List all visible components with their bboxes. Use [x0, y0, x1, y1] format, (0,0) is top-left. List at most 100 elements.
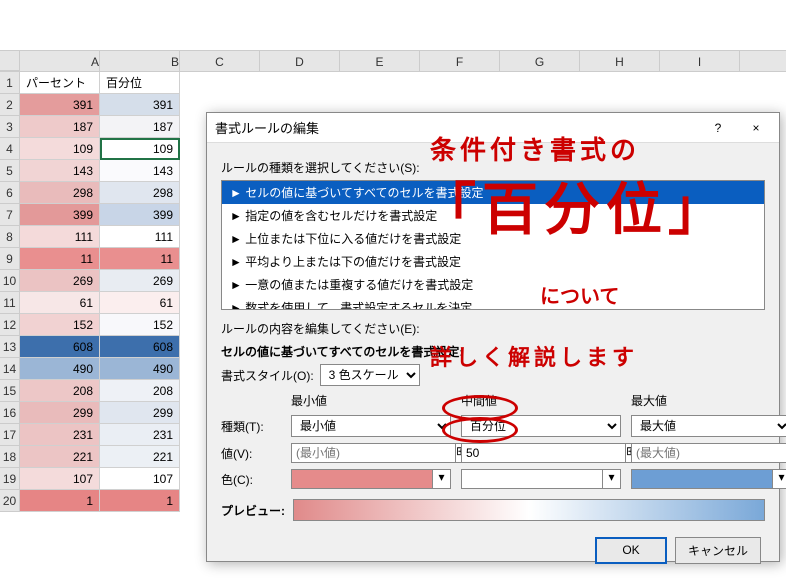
- mid-type-select[interactable]: 百分位: [461, 415, 621, 437]
- cell[interactable]: 269: [20, 270, 100, 292]
- cell-b1[interactable]: 百分位: [100, 72, 180, 94]
- type-row-label: 種類(T):: [221, 418, 281, 435]
- row-number[interactable]: 20: [0, 490, 20, 512]
- cell[interactable]: 187: [100, 116, 180, 138]
- cell[interactable]: 231: [100, 424, 180, 446]
- cell[interactable]: 231: [20, 424, 100, 446]
- col-header-a[interactable]: A: [20, 51, 100, 71]
- chevron-down-icon[interactable]: ▾: [603, 469, 621, 489]
- row-number[interactable]: 19: [0, 468, 20, 490]
- chevron-down-icon[interactable]: ▾: [433, 469, 451, 489]
- min-type-select[interactable]: 最小値: [291, 415, 451, 437]
- select-all-corner[interactable]: [0, 51, 20, 71]
- row-number[interactable]: 10: [0, 270, 20, 292]
- cell[interactable]: 107: [20, 468, 100, 490]
- row-number[interactable]: 18: [0, 446, 20, 468]
- row-number[interactable]: 7: [0, 204, 20, 226]
- rule-type-item[interactable]: ► 数式を使用して、書式設定するセルを決定: [222, 296, 764, 310]
- max-type-select[interactable]: 最大値: [631, 415, 786, 437]
- col-header-h[interactable]: H: [580, 51, 660, 71]
- cell[interactable]: 152: [20, 314, 100, 336]
- row-number[interactable]: 9: [0, 248, 20, 270]
- dialog-titlebar[interactable]: 書式ルールの編集 ? ×: [207, 113, 779, 143]
- row-number[interactable]: 12: [0, 314, 20, 336]
- cell[interactable]: 109: [100, 138, 180, 160]
- row-number[interactable]: 6: [0, 182, 20, 204]
- row-number[interactable]: 2: [0, 94, 20, 116]
- mid-header: 中間値: [461, 392, 621, 409]
- cell[interactable]: 221: [100, 446, 180, 468]
- rule-type-item[interactable]: ► 一意の値または重複する値だけを書式設定: [222, 273, 764, 296]
- cell[interactable]: 187: [20, 116, 100, 138]
- rule-type-item[interactable]: ► セルの値に基づいてすべてのセルを書式設定: [222, 181, 764, 204]
- cell[interactable]: 11: [100, 248, 180, 270]
- cancel-button[interactable]: キャンセル: [675, 537, 761, 564]
- format-style-select[interactable]: 3 色スケール: [320, 364, 420, 386]
- row-number[interactable]: 1: [0, 72, 20, 94]
- cell[interactable]: 490: [20, 358, 100, 380]
- cell[interactable]: 221: [20, 446, 100, 468]
- cell[interactable]: 490: [100, 358, 180, 380]
- cell[interactable]: 1: [100, 490, 180, 512]
- col-header-e[interactable]: E: [340, 51, 420, 71]
- help-icon[interactable]: ?: [703, 121, 733, 135]
- cell[interactable]: 298: [20, 182, 100, 204]
- cell[interactable]: 391: [100, 94, 180, 116]
- cell[interactable]: 109: [20, 138, 100, 160]
- row-number[interactable]: 15: [0, 380, 20, 402]
- cell[interactable]: 298: [100, 182, 180, 204]
- cell[interactable]: 391: [20, 94, 100, 116]
- dialog-title: 書式ルールの編集: [215, 118, 319, 137]
- min-color-swatch[interactable]: [291, 469, 433, 489]
- edit-formatting-rule-dialog: 書式ルールの編集 ? × ルールの種類を選択してください(S): ► セルの値に…: [206, 112, 780, 562]
- cell[interactable]: 399: [20, 204, 100, 226]
- col-header-c[interactable]: C: [180, 51, 260, 71]
- col-header-b[interactable]: B: [100, 51, 180, 71]
- mid-color-swatch[interactable]: [461, 469, 603, 489]
- row-number[interactable]: 16: [0, 402, 20, 424]
- cell[interactable]: 143: [100, 160, 180, 182]
- cell[interactable]: 152: [100, 314, 180, 336]
- cell[interactable]: 269: [100, 270, 180, 292]
- ok-button[interactable]: OK: [595, 537, 667, 564]
- col-header-d[interactable]: D: [260, 51, 340, 71]
- cell[interactable]: 608: [100, 336, 180, 358]
- rule-type-item[interactable]: ► 指定の値を含むセルだけを書式設定: [222, 204, 764, 227]
- cell[interactable]: 111: [100, 226, 180, 248]
- rule-type-list[interactable]: ► セルの値に基づいてすべてのセルを書式設定► 指定の値を含むセルだけを書式設定…: [221, 180, 765, 310]
- cell-a1[interactable]: パーセント: [20, 72, 100, 94]
- cell[interactable]: 208: [20, 380, 100, 402]
- cell[interactable]: 299: [20, 402, 100, 424]
- cell[interactable]: 61: [100, 292, 180, 314]
- cell[interactable]: 399: [100, 204, 180, 226]
- chevron-down-icon[interactable]: ▾: [773, 469, 786, 489]
- cell[interactable]: 208: [100, 380, 180, 402]
- mid-value-input[interactable]: [461, 443, 626, 463]
- col-header-i[interactable]: I: [660, 51, 740, 71]
- rule-type-item[interactable]: ► 平均より上または下の値だけを書式設定: [222, 250, 764, 273]
- row-number[interactable]: 17: [0, 424, 20, 446]
- row-number[interactable]: 11: [0, 292, 20, 314]
- row-number[interactable]: 13: [0, 336, 20, 358]
- cell[interactable]: 11: [20, 248, 100, 270]
- cell[interactable]: 608: [20, 336, 100, 358]
- cell[interactable]: 111: [20, 226, 100, 248]
- max-color-swatch[interactable]: [631, 469, 773, 489]
- col-header-f[interactable]: F: [420, 51, 500, 71]
- row-number[interactable]: 8: [0, 226, 20, 248]
- close-icon[interactable]: ×: [741, 121, 771, 135]
- row-number[interactable]: 5: [0, 160, 20, 182]
- cell[interactable]: 61: [20, 292, 100, 314]
- rule-content-label: ルールの内容を編集してください(E):: [221, 320, 765, 337]
- row-number[interactable]: 4: [0, 138, 20, 160]
- format-style-label: 書式スタイル(O):: [221, 367, 314, 384]
- row-number[interactable]: 14: [0, 358, 20, 380]
- cell[interactable]: 107: [100, 468, 180, 490]
- cell[interactable]: 299: [100, 402, 180, 424]
- row-number[interactable]: 3: [0, 116, 20, 138]
- col-header-g[interactable]: G: [500, 51, 580, 71]
- cell[interactable]: 143: [20, 160, 100, 182]
- column-headers: A B C D E F G H I: [0, 50, 786, 72]
- rule-type-item[interactable]: ► 上位または下位に入る値だけを書式設定: [222, 227, 764, 250]
- cell[interactable]: 1: [20, 490, 100, 512]
